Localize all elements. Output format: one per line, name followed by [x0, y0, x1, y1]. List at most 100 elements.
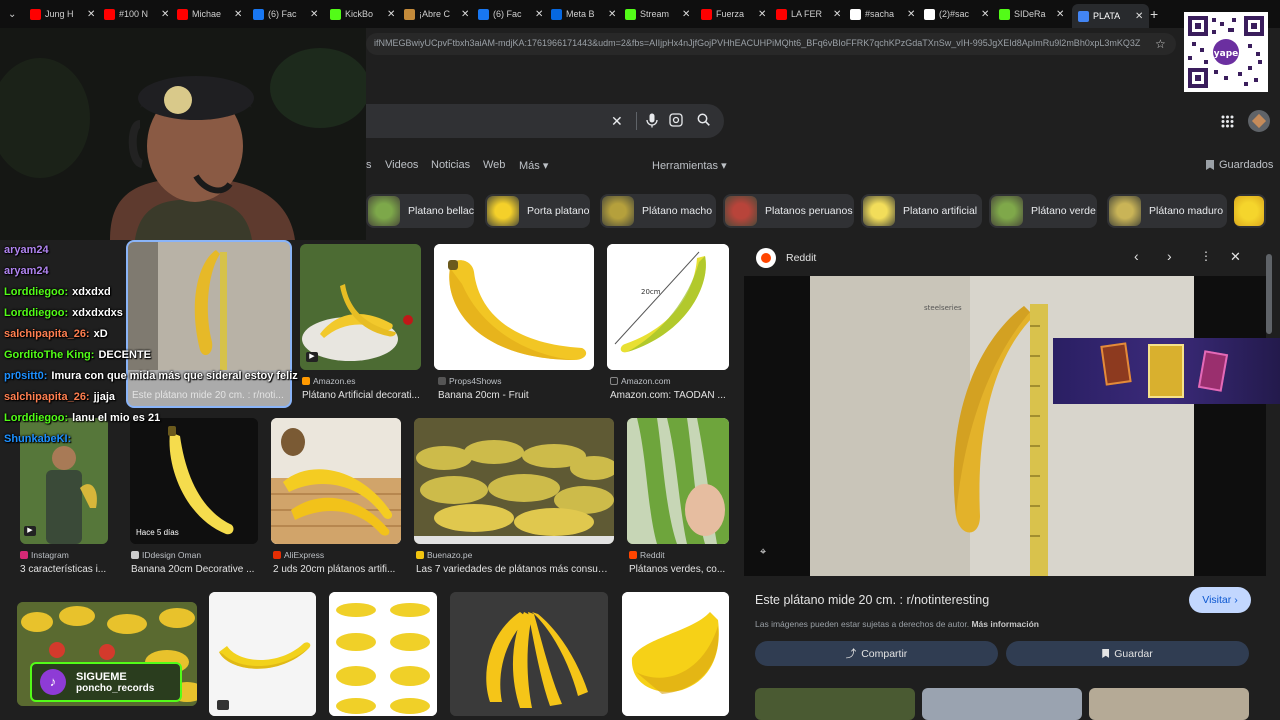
- visit-button[interactable]: Visitar ›: [1189, 587, 1251, 613]
- image-result[interactable]: [627, 418, 729, 544]
- suggestion-chip[interactable]: Plátano verde: [989, 194, 1097, 228]
- chat-username: salchipapita_26:: [4, 391, 90, 403]
- nav-tab-web[interactable]: Web: [483, 159, 505, 171]
- aliexpress-favicon-icon: [273, 551, 281, 559]
- copyright-notice: Las imágenes pueden estar sujetas a dere…: [755, 619, 1039, 629]
- close-tab-icon[interactable]: ✕: [87, 9, 95, 20]
- image-result[interactable]: [329, 592, 437, 716]
- browser-tab[interactable]: PLATA ✕: [1072, 4, 1150, 28]
- address-bar[interactable]: ifNMEGBwiyUCpvFtbxh3aiAM-mdjKA:176196617…: [366, 33, 1176, 55]
- close-tab-icon[interactable]: ✕: [758, 9, 766, 20]
- image-result[interactable]: 20cm: [607, 244, 729, 370]
- close-tab-icon[interactable]: ✕: [461, 9, 469, 20]
- webcam-overlay: [0, 28, 366, 240]
- suggestion-chip[interactable]: Plátano maduro: [1107, 194, 1227, 228]
- related-image[interactable]: [922, 688, 1082, 720]
- clear-search-icon[interactable]: ✕: [611, 113, 623, 130]
- chip-label: Plátano macho: [642, 205, 713, 217]
- chat-text: DECENTE: [98, 349, 151, 361]
- browser-tab[interactable]: Stream ✕: [625, 4, 690, 24]
- nav-tab-videos[interactable]: Videos: [385, 159, 418, 171]
- nav-tab-images[interactable]: s: [366, 159, 372, 171]
- nav-tab-more[interactable]: Más ▾: [519, 159, 548, 172]
- previous-image-icon[interactable]: ‹: [1134, 248, 1139, 264]
- search-divider: [636, 112, 637, 130]
- preview-image[interactable]: steelseries: [744, 276, 1266, 576]
- nav-tab-news[interactable]: Noticias: [431, 159, 470, 171]
- browser-tab[interactable]: Meta B ✕: [551, 4, 616, 24]
- more-options-icon[interactable]: ⋮: [1200, 249, 1212, 263]
- image-result[interactable]: [271, 418, 401, 544]
- browser-tab[interactable]: (6) Fac ✕: [253, 4, 318, 24]
- image-caption: Banana 20cm Decorative ...: [131, 564, 255, 575]
- close-preview-icon[interactable]: ✕: [1230, 249, 1241, 265]
- saved-button[interactable]: Guardados: [1206, 159, 1273, 171]
- close-tab-icon[interactable]: ✕: [387, 9, 395, 20]
- suggestion-chip[interactable]: Platanos peruanos: [723, 194, 854, 228]
- browser-tab[interactable]: Fuerza ✕: [701, 4, 766, 24]
- image-result[interactable]: Hace 5 días: [130, 418, 258, 544]
- save-button[interactable]: Guardar: [1006, 641, 1249, 666]
- image-result[interactable]: [209, 592, 316, 716]
- browser-tab[interactable]: LA FER ✕: [776, 4, 841, 24]
- browser-tab[interactable]: Michae ✕: [177, 4, 242, 24]
- new-tab-button[interactable]: +: [1150, 6, 1158, 22]
- close-tab-icon[interactable]: ✕: [1056, 9, 1064, 20]
- bookmark-star-icon[interactable]: ☆: [1155, 37, 1166, 51]
- tools-button[interactable]: Herramientas ▾: [652, 159, 727, 172]
- close-tab-icon[interactable]: ✕: [161, 9, 169, 20]
- image-result[interactable]: [434, 244, 594, 370]
- chip-overflow[interactable]: [1234, 194, 1266, 228]
- voice-search-icon[interactable]: [646, 113, 658, 131]
- visual-search-icon[interactable]: ⌖: [760, 546, 766, 559]
- next-image-icon[interactable]: ›: [1167, 248, 1172, 264]
- scrollbar[interactable]: [1266, 240, 1272, 720]
- preview-overlay-text: steelseries: [924, 304, 962, 312]
- close-tab-icon[interactable]: ✕: [608, 9, 616, 20]
- suggestion-chip[interactable]: Plátano macho: [600, 194, 716, 228]
- close-tab-icon[interactable]: ✕: [310, 9, 318, 20]
- search-input[interactable]: ✕: [366, 104, 724, 138]
- tab-title: #100 N: [119, 9, 149, 19]
- tab-list-button[interactable]: ⌄: [8, 4, 16, 24]
- close-tab-icon[interactable]: ✕: [535, 9, 543, 20]
- image-result[interactable]: [450, 592, 608, 716]
- browser-tab[interactable]: (2)#sac ✕: [924, 4, 989, 24]
- chat-text: lanu el mio es 21: [72, 412, 161, 424]
- image-source: Amazon.es: [302, 376, 356, 386]
- qr-code-overlay: yape: [1184, 12, 1268, 92]
- browser-tab[interactable]: KickBo ✕: [330, 4, 395, 24]
- related-image[interactable]: [1089, 688, 1249, 720]
- browser-tab[interactable]: #100 N ✕: [104, 4, 169, 24]
- share-button[interactable]: ⤴ Compartir: [755, 641, 998, 666]
- browser-tab[interactable]: SIDeRa ✕: [999, 4, 1064, 24]
- preview-title[interactable]: Este plátano mide 20 cm. : r/notinterest…: [755, 593, 989, 607]
- image-source: Buenazo.pe: [416, 550, 472, 560]
- image-result[interactable]: [414, 418, 614, 544]
- browser-tab[interactable]: ¡Abre C ✕: [404, 4, 469, 24]
- lens-search-icon[interactable]: [669, 113, 683, 130]
- google-apps-icon[interactable]: [1221, 115, 1234, 133]
- suggestion-chip[interactable]: Porta platano: [485, 194, 590, 228]
- bookmark-icon: [1206, 160, 1214, 170]
- close-tab-icon[interactable]: ✕: [981, 9, 989, 20]
- related-image[interactable]: [755, 688, 915, 720]
- tab-title: Stream: [640, 9, 670, 19]
- account-avatar[interactable]: [1248, 110, 1270, 132]
- search-icon[interactable]: [697, 113, 710, 129]
- chat-username: pr0sitt0:: [4, 370, 48, 382]
- browser-tab[interactable]: (6) Fac ✕: [478, 4, 543, 24]
- image-result-selected[interactable]: Este plátano mide 20 cm. : r/noti...: [126, 240, 292, 408]
- image-result[interactable]: [622, 592, 729, 716]
- close-tab-icon[interactable]: ✕: [907, 9, 915, 20]
- image-result[interactable]: ▶: [300, 244, 421, 370]
- more-info-link[interactable]: Más información: [971, 619, 1039, 629]
- browser-tab[interactable]: #sacha ✕: [850, 4, 915, 24]
- browser-tab[interactable]: Jung H ✕: [30, 4, 95, 24]
- suggestion-chip[interactable]: Platano artificial: [861, 194, 982, 228]
- close-tab-icon[interactable]: ✕: [234, 9, 242, 20]
- close-tab-icon[interactable]: ✕: [682, 9, 690, 20]
- suggestion-chip[interactable]: Platano bellaco: [366, 194, 474, 228]
- close-tab-icon[interactable]: ✕: [1135, 11, 1143, 22]
- close-tab-icon[interactable]: ✕: [833, 9, 841, 20]
